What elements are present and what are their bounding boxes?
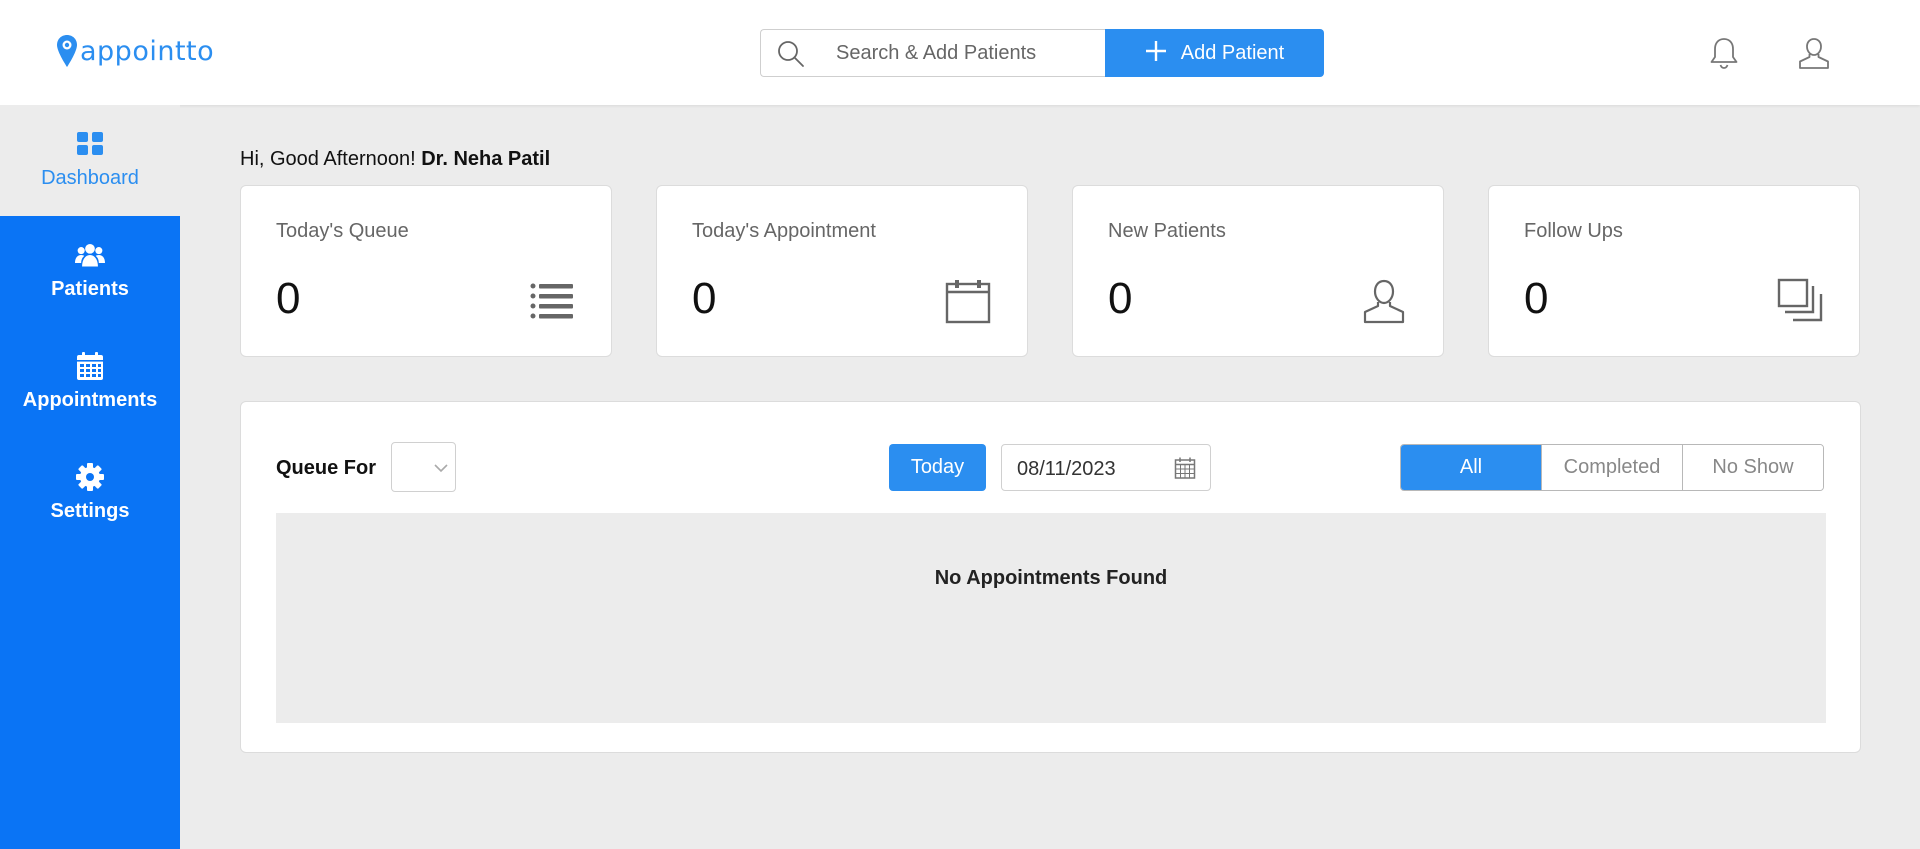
user-icon <box>1363 279 1405 324</box>
card-value: 0 <box>1524 274 1549 323</box>
today-button[interactable]: Today <box>889 444 986 491</box>
filter-all-button[interactable]: All <box>1401 445 1542 490</box>
top-header: appointto Add Patient <box>0 0 1920 105</box>
stat-card-new-patients[interactable]: New Patients 0 <box>1072 185 1444 357</box>
sidebar-item-label: Dashboard <box>41 167 139 189</box>
user-icon[interactable] <box>1797 36 1831 70</box>
greeting: Hi, Good Afternoon! Dr. Neha Patil <box>240 148 550 171</box>
filter-completed-button[interactable]: Completed <box>1542 445 1683 490</box>
card-value: 0 <box>1108 274 1133 323</box>
queue-for-select[interactable] <box>391 442 456 492</box>
stat-card-todays-queue[interactable]: Today's Queue 0 <box>240 185 612 357</box>
empty-state-message: No Appointments Found <box>934 567 1168 589</box>
date-value: 08/11/2023 <box>1017 458 1116 480</box>
card-value: 0 <box>692 274 717 323</box>
sidebar-item-settings[interactable]: Settings <box>0 438 180 549</box>
users-group-icon <box>75 243 105 267</box>
stat-card-follow-ups[interactable]: Follow Ups 0 <box>1488 185 1860 357</box>
sidebar-item-label: Patients <box>51 278 129 300</box>
card-title: New Patients <box>1108 220 1226 242</box>
chevron-down-icon <box>434 464 448 473</box>
status-filter-group: All Completed No Show <box>1400 444 1824 491</box>
sidebar-item-appointments[interactable]: Appointments <box>0 327 180 438</box>
search-input[interactable] <box>836 30 1096 76</box>
calendar-icon[interactable] <box>1174 457 1196 479</box>
search-icon <box>778 41 804 67</box>
sidebar-item-label: Appointments <box>22 389 158 411</box>
card-title: Follow Ups <box>1524 220 1623 242</box>
date-picker[interactable]: 08/11/2023 <box>1001 444 1211 491</box>
card-value: 0 <box>276 274 301 323</box>
greeting-prefix: Hi, Good Afternoon! <box>240 148 416 170</box>
card-title: Today's Queue <box>276 220 409 242</box>
bell-icon[interactable] <box>1708 36 1740 70</box>
list-icon <box>530 283 573 319</box>
doctor-name: Dr. Neha Patil <box>421 148 551 170</box>
patient-search <box>760 29 1106 77</box>
sidebar-item-dashboard[interactable]: Dashboard <box>0 105 180 216</box>
queue-for-label: Queue For <box>276 457 377 479</box>
sidebar-item-patients[interactable]: Patients <box>0 216 180 327</box>
app-logo[interactable]: appointto <box>56 34 214 68</box>
location-pin-icon <box>57 35 77 67</box>
logo-text: appointto <box>80 35 215 67</box>
sidebar-item-label: Settings <box>50 500 130 522</box>
stacked-squares-icon <box>1777 278 1823 322</box>
card-title: Today's Appointment <box>692 220 876 242</box>
stat-card-todays-appointment[interactable]: Today's Appointment 0 <box>656 185 1028 357</box>
appointments-list: No Appointments Found <box>276 513 1826 723</box>
calendar-icon <box>77 352 103 380</box>
sidebar: Dashboard Patients Appointments Settings <box>0 105 180 849</box>
add-patient-button[interactable]: Add Patient <box>1105 29 1324 77</box>
calendar-icon <box>945 280 991 324</box>
dashboard-grid-icon <box>77 132 103 155</box>
add-patient-label: Add Patient <box>1180 41 1285 64</box>
plus-icon <box>1145 41 1166 61</box>
gear-icon <box>76 463 104 491</box>
queue-panel: Queue For Today 08/11/2023 All Completed… <box>240 401 1861 753</box>
filter-no-show-button[interactable]: No Show <box>1683 445 1823 490</box>
